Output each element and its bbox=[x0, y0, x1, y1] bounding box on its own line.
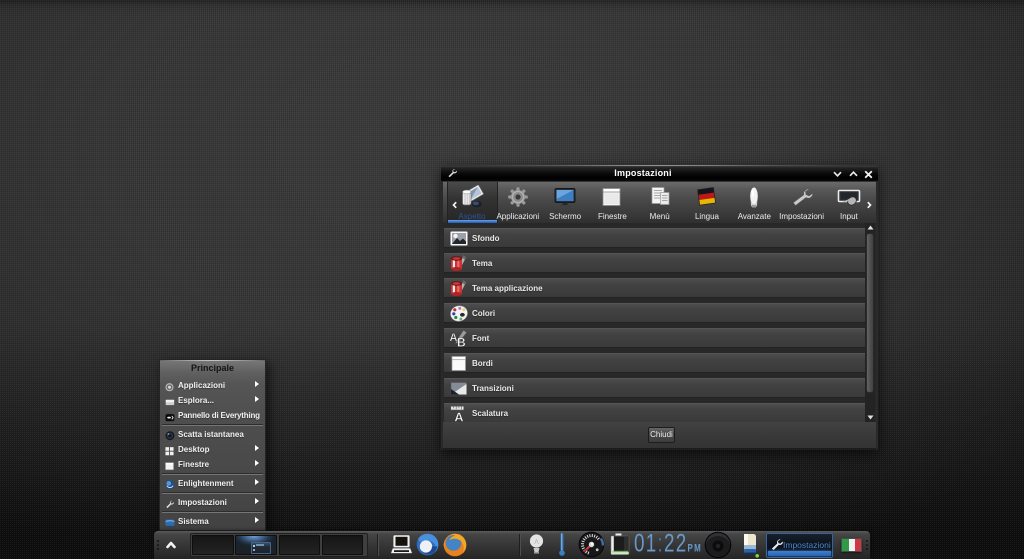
svg-text:B: B bbox=[457, 336, 466, 348]
svg-text:A: A bbox=[454, 410, 464, 423]
